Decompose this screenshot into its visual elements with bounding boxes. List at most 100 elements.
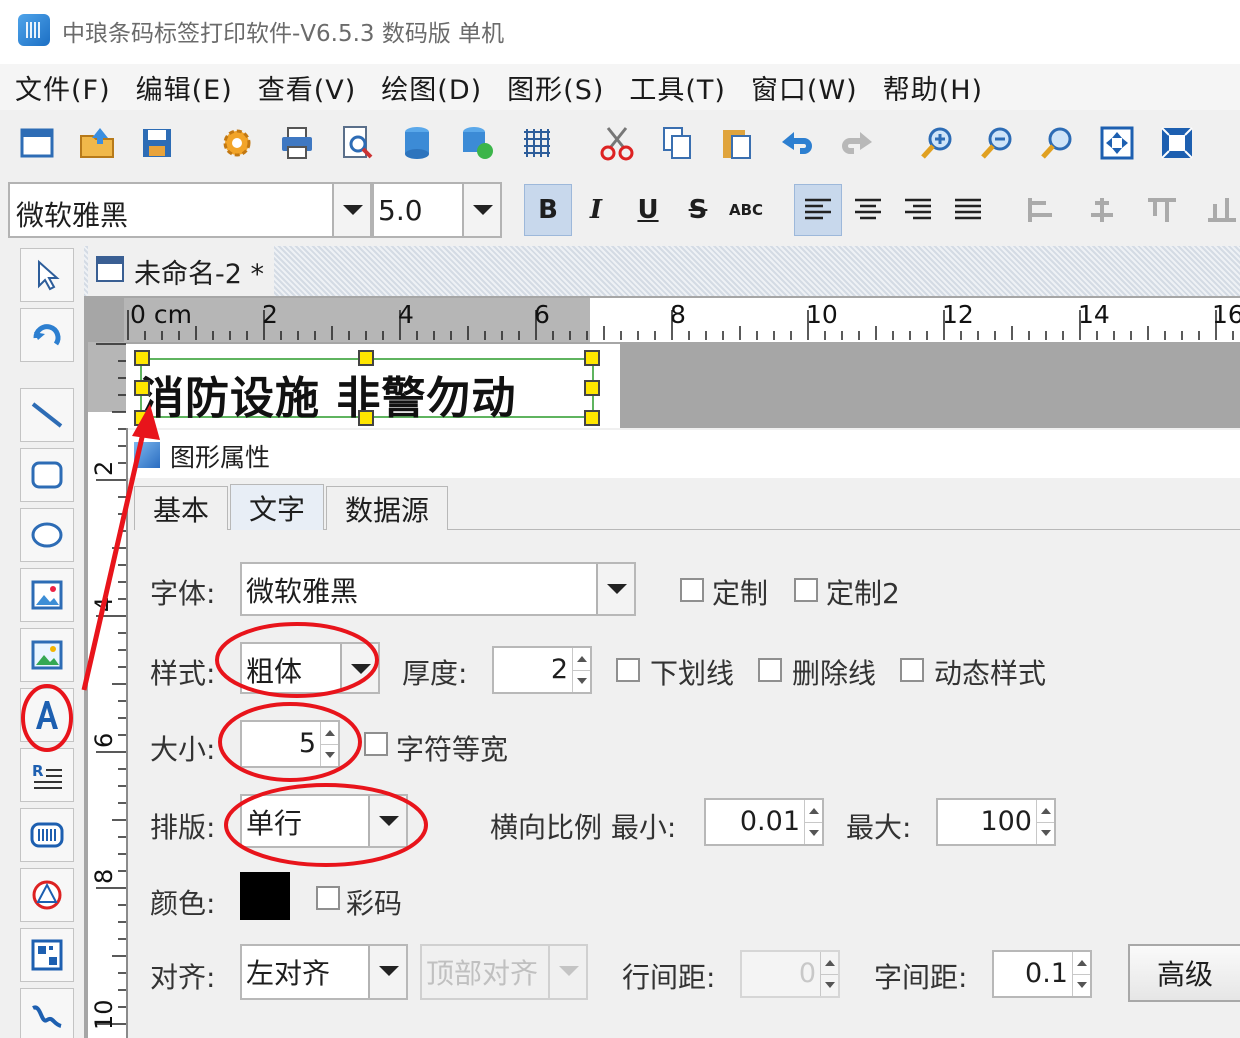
- menu-edit[interactable]: 编辑(E): [136, 68, 233, 107]
- vertical-align-select[interactable]: 顶部对齐: [420, 944, 588, 1000]
- chevron-down-icon[interactable]: [596, 564, 634, 614]
- resize-handle-w[interactable]: [134, 380, 150, 396]
- custom2-checkbox[interactable]: [794, 578, 818, 602]
- menu-help[interactable]: 帮助(H): [883, 68, 983, 107]
- rectangle-tool[interactable]: [20, 448, 74, 502]
- font-family-select[interactable]: 微软雅黑: [8, 182, 372, 238]
- underline-checkbox[interactable]: [616, 658, 640, 682]
- chevron-down-icon[interactable]: [368, 946, 406, 998]
- align-objects-center-button[interactable]: [1078, 184, 1126, 236]
- font-size-select[interactable]: 5.0: [372, 182, 502, 238]
- custom-checkbox[interactable]: [680, 578, 704, 602]
- font-select[interactable]: 微软雅黑: [240, 562, 636, 616]
- color-swatch[interactable]: [240, 872, 290, 920]
- spinner-arrows-icon[interactable]: [1072, 952, 1090, 996]
- text-tool[interactable]: [20, 688, 74, 742]
- thickness-spinner[interactable]: 2: [492, 646, 592, 694]
- resize-handle-e[interactable]: [584, 380, 600, 396]
- shape-tool[interactable]: [20, 868, 74, 922]
- tab-datasource[interactable]: 数据源: [326, 486, 448, 530]
- char-spacing-spinner[interactable]: 0.1: [992, 950, 1092, 998]
- size-spinner[interactable]: 5: [240, 720, 340, 768]
- cut-icon[interactable]: [598, 124, 636, 162]
- line-spacing-spinner[interactable]: 0: [740, 950, 840, 998]
- underline-button[interactable]: U: [624, 184, 672, 236]
- print-preview-icon[interactable]: [338, 124, 376, 162]
- save-icon[interactable]: [138, 124, 176, 162]
- print-icon[interactable]: [278, 124, 316, 162]
- paste-icon[interactable]: [718, 124, 756, 162]
- ellipse-tool[interactable]: [20, 508, 74, 562]
- chevron-down-icon[interactable]: [462, 184, 500, 236]
- zoom-icon[interactable]: [1038, 124, 1076, 162]
- spinner-arrows-icon[interactable]: [804, 800, 822, 844]
- rich-text-tool[interactable]: R: [20, 748, 74, 802]
- resize-handle-sw[interactable]: [134, 410, 150, 426]
- copy-icon[interactable]: [658, 124, 696, 162]
- spinner-arrows-icon[interactable]: [572, 648, 590, 692]
- actual-size-icon[interactable]: [1158, 124, 1196, 162]
- spinner-arrows-icon[interactable]: [820, 952, 838, 996]
- chevron-down-icon[interactable]: [368, 796, 406, 846]
- dynamic-style-checkbox[interactable]: [900, 658, 924, 682]
- qrcode-tool[interactable]: [20, 928, 74, 982]
- spinner-arrows-icon[interactable]: [320, 722, 338, 766]
- bold-button[interactable]: B: [524, 184, 572, 236]
- grid-icon[interactable]: [518, 124, 556, 162]
- align-select[interactable]: 左对齐: [240, 944, 408, 1000]
- menu-window[interactable]: 窗口(W): [751, 68, 858, 107]
- zoom-out-icon[interactable]: [978, 124, 1016, 162]
- chevron-down-icon[interactable]: [332, 184, 370, 236]
- chevron-down-icon[interactable]: [548, 946, 586, 998]
- line-tool[interactable]: [20, 388, 74, 442]
- tab-text[interactable]: 文字: [230, 484, 324, 530]
- dialog-titlebar[interactable]: [128, 430, 1240, 478]
- resize-handle-nw[interactable]: [134, 350, 150, 366]
- advanced-button[interactable]: 高级: [1128, 944, 1240, 1002]
- italic-button[interactable]: I: [572, 184, 620, 236]
- layout-select[interactable]: 单行: [240, 794, 408, 848]
- database-connect-icon[interactable]: [458, 124, 496, 162]
- style-select[interactable]: 粗体: [240, 642, 380, 694]
- align-center-button[interactable]: [844, 184, 892, 236]
- zoom-in-icon[interactable]: [918, 124, 956, 162]
- align-objects-left-button[interactable]: [1018, 184, 1066, 236]
- color-code-checkbox[interactable]: [316, 886, 340, 910]
- spinner-arrows-icon[interactable]: [1036, 800, 1054, 844]
- database-icon[interactable]: [398, 124, 436, 162]
- align-objects-top-button[interactable]: [1138, 184, 1186, 236]
- monospace-checkbox[interactable]: [364, 732, 388, 756]
- menu-view[interactable]: 查看(V): [258, 68, 357, 107]
- barcode-tool[interactable]: [20, 808, 74, 862]
- undo-icon[interactable]: [778, 124, 816, 162]
- text-effect-button[interactable]: ABC: [722, 184, 770, 236]
- redo-icon[interactable]: [838, 124, 876, 162]
- hscale-max-spinner[interactable]: 100: [936, 798, 1056, 846]
- strikethrough-checkbox[interactable]: [758, 658, 782, 682]
- hscale-min-spinner[interactable]: 0.01: [704, 798, 824, 846]
- menu-tools[interactable]: 工具(T): [629, 68, 726, 107]
- label-text[interactable]: 消防设施 非警勿动: [140, 362, 516, 426]
- settings-icon[interactable]: [218, 124, 256, 162]
- picture-tool[interactable]: [20, 628, 74, 682]
- resize-handle-n[interactable]: [358, 350, 374, 366]
- image-tool[interactable]: [20, 568, 74, 622]
- resize-handle-s[interactable]: [358, 410, 374, 426]
- menu-shape[interactable]: 图形(S): [507, 68, 604, 107]
- strikethrough-button[interactable]: S: [674, 184, 722, 236]
- new-icon[interactable]: [18, 124, 56, 162]
- menu-file[interactable]: 文件(F): [15, 68, 111, 107]
- align-objects-bottom-button[interactable]: [1198, 184, 1240, 236]
- resize-handle-ne[interactable]: [584, 350, 600, 366]
- open-icon[interactable]: [78, 124, 116, 162]
- align-left-button[interactable]: [794, 184, 842, 236]
- rotate-tool[interactable]: [20, 308, 74, 362]
- curve-tool[interactable]: [20, 988, 74, 1038]
- justify-button[interactable]: [944, 184, 992, 236]
- menu-draw[interactable]: 绘图(D): [381, 68, 482, 107]
- chevron-down-icon[interactable]: [340, 644, 378, 692]
- fit-window-icon[interactable]: [1098, 124, 1136, 162]
- align-right-button[interactable]: [894, 184, 942, 236]
- select-tool[interactable]: [20, 248, 74, 302]
- tab-basic[interactable]: 基本: [134, 486, 228, 530]
